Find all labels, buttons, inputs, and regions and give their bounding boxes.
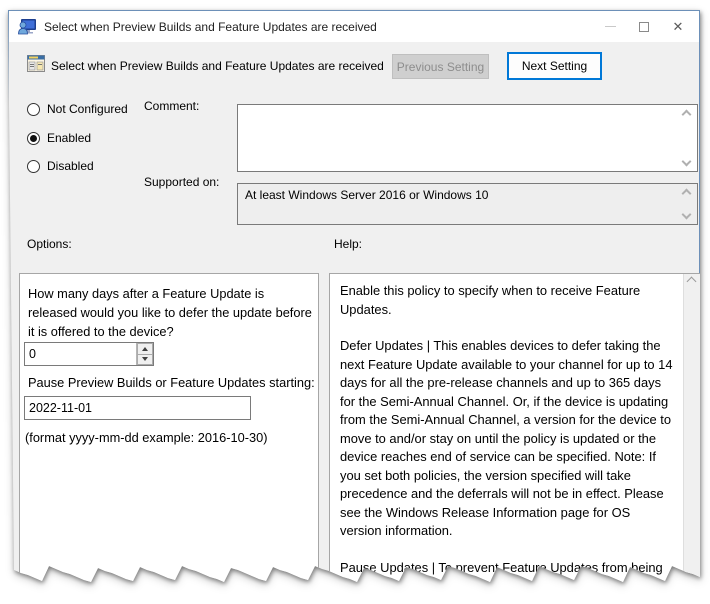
policy-setting-icon: [27, 55, 45, 72]
supported-on-value: At least Windows Server 2016 or Windows …: [245, 188, 489, 202]
dialog-window: Select when Preview Builds and Feature U…: [8, 10, 700, 593]
radio-disabled[interactable]: Disabled: [27, 159, 94, 173]
close-button[interactable]: ✕: [661, 11, 695, 42]
caption-buttons: ✕: [593, 11, 695, 42]
defer-days-spinner[interactable]: [24, 342, 154, 366]
spin-down-icon: [142, 357, 148, 362]
pause-start-date-input[interactable]: [24, 396, 251, 420]
help-paragraph: Pause Updates | To prevent Feature Updat…: [340, 559, 663, 593]
help-scrollbar[interactable]: [683, 274, 700, 582]
spin-up-icon: [142, 346, 148, 351]
help-paragraph: Defer Updates | This enables devices to …: [340, 338, 673, 538]
radio-label: Disabled: [47, 159, 94, 173]
scroll-down-icon[interactable]: [681, 209, 692, 220]
supported-on-label: Supported on:: [144, 175, 220, 189]
date-format-hint: (format yyyy-mm-dd example: 2016-10-30): [25, 430, 268, 445]
header-row: Select when Preview Builds and Feature U…: [9, 42, 699, 88]
pause-start-label: Pause Preview Builds or Feature Updates …: [28, 375, 315, 390]
help-text: Enable this policy to specify when to re…: [330, 274, 682, 593]
comment-textarea[interactable]: [237, 104, 698, 172]
spin-down-button[interactable]: [137, 354, 153, 365]
radio-label: Enabled: [47, 131, 92, 145]
radio-label: Not Configured: [47, 102, 128, 116]
radio-not-configured[interactable]: Not Configured: [27, 102, 128, 116]
setting-title: Select when Preview Builds and Feature U…: [51, 59, 384, 73]
help-panel: Enable this policy to specify when to re…: [329, 273, 700, 593]
help-section-label: Help:: [334, 237, 363, 251]
next-setting-button[interactable]: Next Setting: [507, 52, 602, 80]
radio-enabled[interactable]: Enabled: [27, 131, 91, 145]
radio-circle[interactable]: [27, 102, 40, 116]
maximize-button[interactable]: [627, 11, 661, 42]
title-bar[interactable]: Select when Preview Builds and Feature U…: [9, 11, 699, 42]
scroll-up-icon[interactable]: [686, 276, 697, 287]
spin-up-button[interactable]: [137, 343, 153, 355]
scroll-up-icon[interactable]: [681, 109, 692, 120]
supported-on-field: At least Windows Server 2016 or Windows …: [237, 183, 698, 225]
maximize-icon: [639, 21, 649, 32]
comment-label: Comment:: [144, 99, 200, 113]
previous-setting-button[interactable]: Previous Setting: [392, 54, 489, 79]
scroll-up-icon[interactable]: [681, 188, 692, 199]
policy-monitor-icon: [18, 18, 36, 34]
defer-days-question: How many days after a Feature Update is …: [28, 286, 312, 339]
window-shadow: Select when Preview Builds and Feature U…: [0, 0, 700, 592]
close-icon: ✕: [672, 19, 684, 34]
comment-scrollbar[interactable]: [679, 107, 695, 169]
spinner-buttons: [136, 343, 153, 365]
radio-circle[interactable]: [27, 159, 40, 173]
defer-days-input[interactable]: [25, 343, 136, 365]
radio-circle[interactable]: [27, 131, 40, 145]
minimize-icon: [604, 26, 616, 27]
minimize-button[interactable]: [593, 11, 627, 42]
options-section-label: Options:: [27, 237, 72, 251]
supported-scrollbar[interactable]: [679, 186, 695, 222]
options-panel: How many days after a Feature Update is …: [19, 273, 319, 582]
scroll-down-icon[interactable]: [681, 156, 692, 167]
help-paragraph: Enable this policy to specify when to re…: [340, 283, 641, 317]
window-title: Select when Preview Builds and Feature U…: [44, 19, 377, 34]
